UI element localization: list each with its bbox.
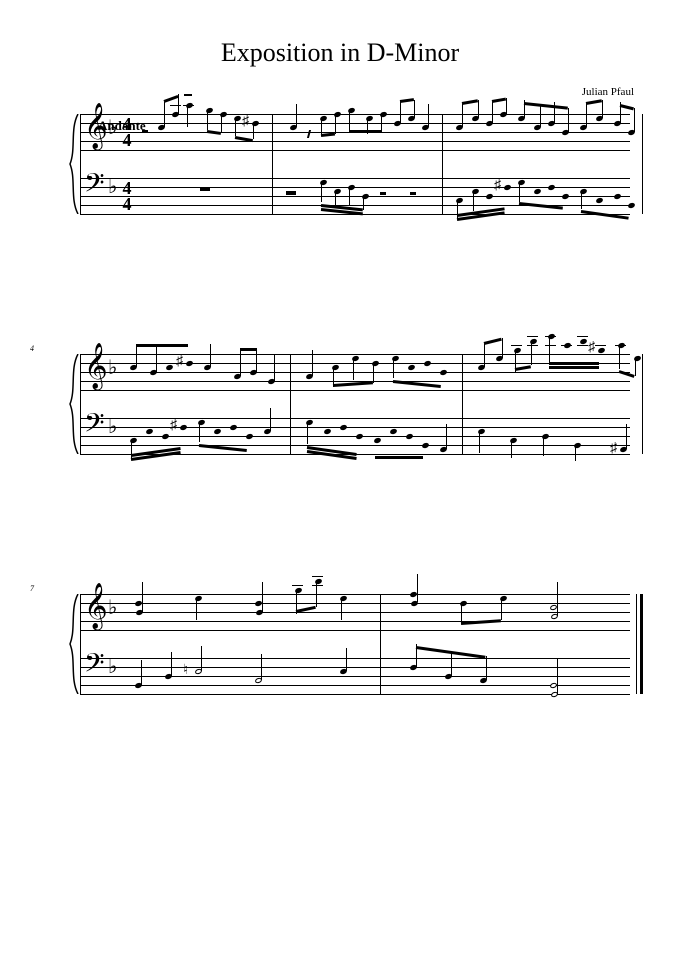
brace-icon xyxy=(66,594,80,694)
sharp-icon: ♯ xyxy=(610,442,617,456)
note xyxy=(533,188,541,195)
sharp-icon: ♯ xyxy=(242,115,249,129)
barline xyxy=(272,114,273,214)
sharp-icon: ♯ xyxy=(588,341,595,355)
note xyxy=(421,442,429,449)
note xyxy=(423,360,431,367)
bass-clef-icon: 𝄢 xyxy=(84,170,105,202)
flat-icon: ♭ xyxy=(108,417,117,437)
barline xyxy=(442,114,443,214)
treble-clef-icon: 𝄞 xyxy=(84,346,108,386)
bass-clef-icon: 𝄢 xyxy=(84,410,105,442)
bass-staff-2: 𝄢 ♭ ♯ xyxy=(80,418,630,454)
flat-icon: ♭ xyxy=(108,177,117,197)
brace-icon xyxy=(66,114,80,214)
sheet-music-page: Exposition in D-Minor Julian Pfaul Andan… xyxy=(0,0,680,961)
note xyxy=(355,433,363,440)
time-signature-lower: 4 4 xyxy=(120,180,134,212)
barline xyxy=(642,354,643,454)
system-1: 𝄞 ♭ 4 4 ♯ xyxy=(40,114,640,214)
note xyxy=(165,364,173,371)
measure-number: 7 xyxy=(30,584,34,593)
rest xyxy=(142,130,148,133)
treble-staff-3: 𝄞 ♭ xyxy=(80,594,630,630)
note xyxy=(389,428,397,435)
system-3: 7 𝄞 ♭ xyxy=(40,594,640,694)
tenuto-mark xyxy=(184,94,192,96)
rest xyxy=(380,192,386,195)
note xyxy=(373,437,381,444)
note xyxy=(213,428,221,435)
treble-staff-2: 𝄞 ♭ ♯ xyxy=(80,354,630,390)
timesig-den: 4 xyxy=(120,196,134,212)
brace-icon xyxy=(66,354,80,454)
sharp-icon: ♯ xyxy=(170,419,177,433)
bass-staff-3: 𝄢 ♭ ♮ xyxy=(80,658,630,694)
system-2: 4 𝄞 ♭ ♯ xyxy=(40,354,640,454)
sharp-icon: ♯ xyxy=(176,355,183,369)
barline xyxy=(290,354,291,454)
barline xyxy=(462,354,463,454)
note xyxy=(613,193,621,200)
note xyxy=(627,202,635,209)
note xyxy=(405,433,413,440)
note xyxy=(485,193,493,200)
note xyxy=(597,347,605,354)
whole-rest xyxy=(200,187,210,191)
final-barline-thick xyxy=(640,594,643,694)
measure-number: 4 xyxy=(30,344,34,353)
flat-icon: ♭ xyxy=(108,358,117,378)
treble-staff-1: 𝄞 ♭ 4 4 ♯ xyxy=(80,114,630,150)
composer-name: Julian Pfaul xyxy=(40,86,640,98)
note xyxy=(161,433,169,440)
bass-staff-1: 𝄢 ♭ 4 4 xyxy=(80,178,630,214)
note xyxy=(547,184,555,191)
treble-clef-icon: 𝄞 xyxy=(84,586,108,626)
barline xyxy=(80,594,81,694)
barline xyxy=(80,354,81,454)
flat-icon: ♭ xyxy=(108,118,117,138)
final-barline xyxy=(636,594,637,694)
note xyxy=(179,424,187,431)
note xyxy=(245,433,253,440)
barline xyxy=(380,594,381,694)
barline xyxy=(642,114,643,214)
rest xyxy=(410,192,416,195)
note xyxy=(145,428,153,435)
note xyxy=(579,338,587,345)
bass-clef-icon: 𝄢 xyxy=(84,650,105,682)
natural-icon: ♮ xyxy=(183,664,188,678)
note xyxy=(595,197,603,204)
note xyxy=(439,369,447,376)
time-signature-upper: 4 4 xyxy=(120,116,134,148)
rest xyxy=(286,191,296,195)
treble-clef-icon: 𝄞 xyxy=(84,106,108,146)
sharp-icon: ♯ xyxy=(494,179,501,193)
note xyxy=(407,364,415,371)
note xyxy=(339,424,347,431)
note xyxy=(323,428,331,435)
note xyxy=(561,193,569,200)
barline xyxy=(80,114,81,214)
note xyxy=(503,184,511,191)
timesig-den: 4 xyxy=(120,132,134,148)
rest xyxy=(307,130,316,138)
note xyxy=(229,424,237,431)
piece-title: Exposition in D-Minor xyxy=(40,38,640,68)
flat-icon: ♭ xyxy=(108,598,117,618)
flat-icon: ♭ xyxy=(108,657,117,677)
note xyxy=(185,360,193,367)
